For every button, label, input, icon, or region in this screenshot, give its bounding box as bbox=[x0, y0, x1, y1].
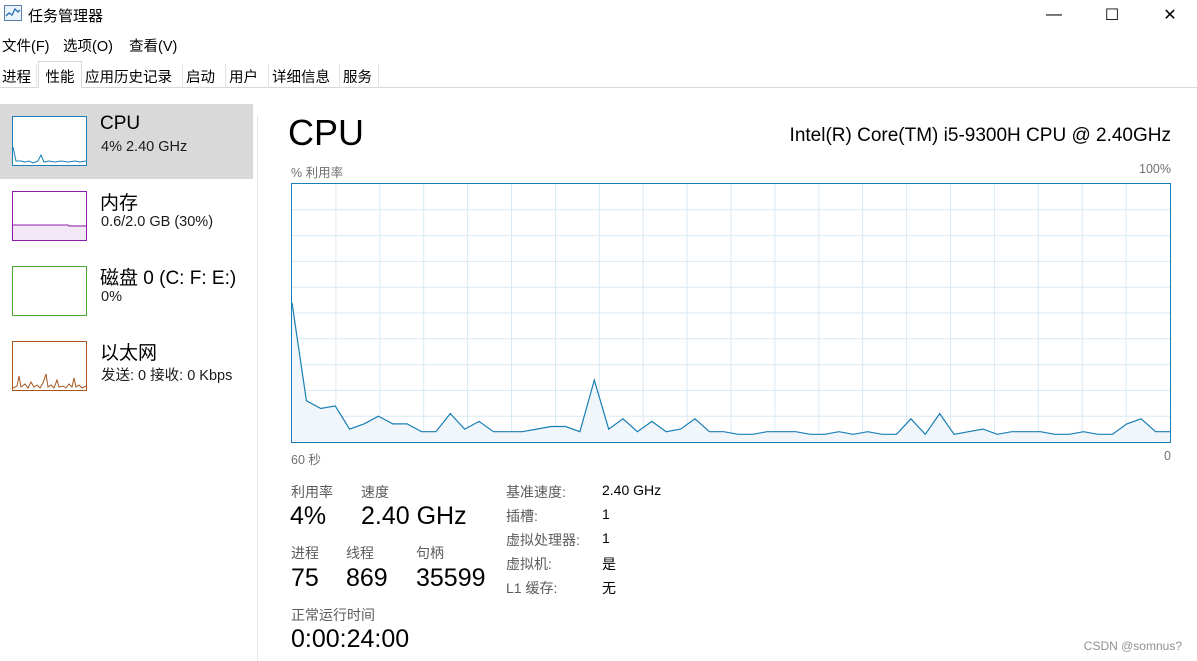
page-title: CPU bbox=[288, 112, 365, 153]
processes-value: 75 bbox=[291, 564, 319, 592]
cpu-graph-svg bbox=[291, 184, 1170, 442]
watermark: CSDN @somnus? bbox=[1083, 639, 1182, 653]
virtual-machine-value: 是 bbox=[602, 556, 616, 572]
base-speed-label: 基准速度: bbox=[506, 484, 566, 500]
task-manager-icon bbox=[4, 5, 22, 21]
menu-view[interactable]: 查看(V) bbox=[129, 35, 177, 56]
sidebar-memory-name: 内存 bbox=[100, 193, 139, 214]
sidebar-item-ethernet[interactable]: 以太网 发送: 0 接收: 0 Kbps bbox=[0, 329, 253, 404]
menu-options[interactable]: 选项(O) bbox=[63, 35, 113, 56]
utilization-value: 4% bbox=[290, 502, 327, 530]
graph-xleft-label: 60 秒 bbox=[291, 453, 321, 467]
tab-processes[interactable]: 进程 bbox=[0, 64, 37, 88]
minimize-button[interactable]: — bbox=[1025, 0, 1083, 30]
close-button[interactable]: ✕ bbox=[1141, 0, 1197, 30]
cpu-thumbnail bbox=[12, 116, 87, 166]
title-bar: 任务管理器 — ☐ ✕ bbox=[0, 0, 1197, 30]
graph-grid bbox=[292, 184, 1170, 442]
menu-file[interactable]: 文件(F) bbox=[2, 35, 50, 56]
cpu-utilization-graph bbox=[291, 183, 1171, 443]
tab-services[interactable]: 服务 bbox=[341, 64, 379, 88]
close-icon: ✕ bbox=[1163, 7, 1177, 24]
graph-ymax-label: 100% bbox=[1139, 162, 1171, 176]
tab-bar: 进程 性能 应用历史记录 启动 用户 详细信息 服务 bbox=[0, 61, 1197, 89]
sockets-value: 1 bbox=[602, 506, 610, 522]
sidebar-cpu-sub: 4% 2.40 GHz bbox=[101, 139, 188, 155]
minimize-icon: — bbox=[1046, 6, 1062, 23]
l1-cache-value: 无 bbox=[602, 580, 616, 596]
sidebar-item-memory[interactable]: 内存 0.6/2.0 GB (30%) bbox=[0, 179, 253, 254]
sidebar-disk-sub: 0% bbox=[101, 289, 122, 305]
memory-thumbnail bbox=[12, 191, 87, 241]
sidebar-ethernet-sub: 发送: 0 接收: 0 Kbps bbox=[101, 368, 233, 384]
base-speed-value: 2.40 GHz bbox=[602, 482, 662, 498]
menu-bar: 文件(F) 选项(O) 查看(V) bbox=[0, 33, 1197, 55]
sidebar-memory-sub: 0.6/2.0 GB (30%) bbox=[101, 214, 214, 230]
sockets-label: 插槽: bbox=[506, 508, 538, 524]
virtual-processors-value: 1 bbox=[602, 530, 610, 546]
maximize-icon: ☐ bbox=[1104, 7, 1120, 24]
l1-cache-label: L1 缓存: bbox=[506, 580, 558, 596]
window-title: 任务管理器 bbox=[28, 8, 104, 25]
uptime-label: 正常运行时间 bbox=[291, 607, 375, 623]
processes-label: 进程 bbox=[291, 545, 319, 561]
graph-ylabel: % 利用率 bbox=[291, 166, 344, 180]
tab-details[interactable]: 详细信息 bbox=[270, 64, 340, 88]
virtual-processors-label: 虚拟处理器: bbox=[506, 532, 580, 548]
sidebar-ethernet-name: 以太网 bbox=[100, 343, 158, 364]
sidebar-divider bbox=[257, 116, 258, 661]
virtual-machine-label: 虚拟机: bbox=[506, 556, 552, 572]
sidebar-disk-name: 磁盘 0 (C: F: E:) bbox=[100, 268, 237, 289]
utilization-label: 利用率 bbox=[291, 484, 333, 500]
maximize-button[interactable]: ☐ bbox=[1083, 0, 1141, 30]
graph-xright-label: 0 bbox=[1164, 449, 1171, 463]
speed-label: 速度 bbox=[361, 484, 389, 500]
sidebar-cpu-name: CPU bbox=[100, 113, 141, 134]
uptime-value: 0:00:24:00 bbox=[291, 625, 410, 653]
tab-users[interactable]: 用户 bbox=[227, 64, 269, 88]
threads-label: 线程 bbox=[346, 545, 374, 561]
disk-thumbnail bbox=[12, 266, 87, 316]
cpu-model-name: Intel(R) Core(TM) i5-9300H CPU @ 2.40GHz bbox=[789, 125, 1171, 146]
tab-startup[interactable]: 启动 bbox=[184, 64, 226, 88]
ethernet-thumbnail bbox=[12, 341, 87, 391]
sidebar-item-cpu[interactable]: CPU 4% 2.40 GHz bbox=[0, 104, 253, 179]
tab-app-history[interactable]: 应用历史记录 bbox=[83, 64, 183, 88]
threads-value: 869 bbox=[346, 564, 388, 592]
handles-label: 句柄 bbox=[416, 545, 444, 561]
handles-value: 35599 bbox=[416, 564, 486, 592]
performance-sidebar: CPU 4% 2.40 GHz 内存 0.6/2.0 GB (30%) 磁盘 0… bbox=[0, 104, 256, 661]
tab-performance[interactable]: 性能 bbox=[38, 61, 82, 89]
sidebar-item-disk[interactable]: 磁盘 0 (C: F: E:) 0% bbox=[0, 254, 253, 329]
speed-value: 2.40 GHz bbox=[361, 502, 467, 530]
